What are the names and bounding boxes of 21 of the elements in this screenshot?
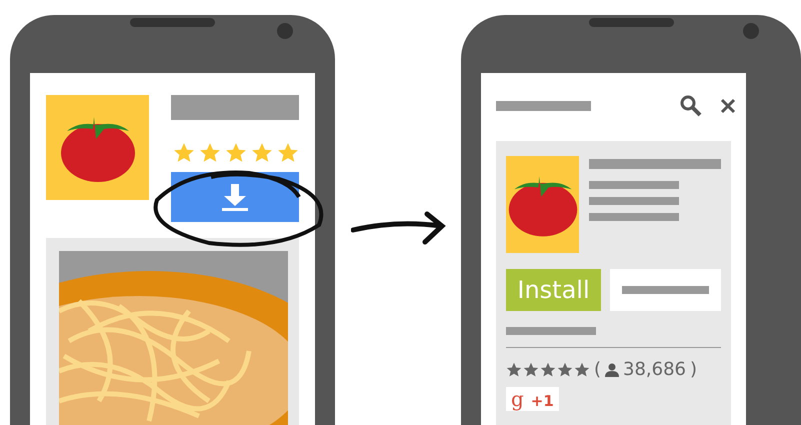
person-icon	[605, 362, 620, 376]
download-icon	[219, 182, 251, 212]
star-icon	[225, 142, 247, 164]
close-icon[interactable]	[720, 98, 736, 114]
star-icon	[523, 362, 539, 378]
camera	[277, 23, 293, 39]
star-icon	[199, 142, 221, 164]
star-icon	[574, 362, 590, 378]
plus-one-button[interactable]: g +1	[506, 387, 559, 411]
star-icon	[540, 362, 556, 378]
camera	[743, 23, 759, 39]
paren: (	[594, 358, 602, 382]
star-icon	[173, 142, 195, 164]
search-icon[interactable]	[680, 95, 702, 117]
star-icon	[251, 142, 273, 164]
star-icon	[557, 362, 573, 378]
secondary-button[interactable]	[610, 269, 721, 311]
review-count: 38,686	[623, 358, 686, 382]
paren: )	[690, 358, 698, 382]
star-icon	[506, 362, 522, 378]
star-icon	[277, 142, 299, 164]
